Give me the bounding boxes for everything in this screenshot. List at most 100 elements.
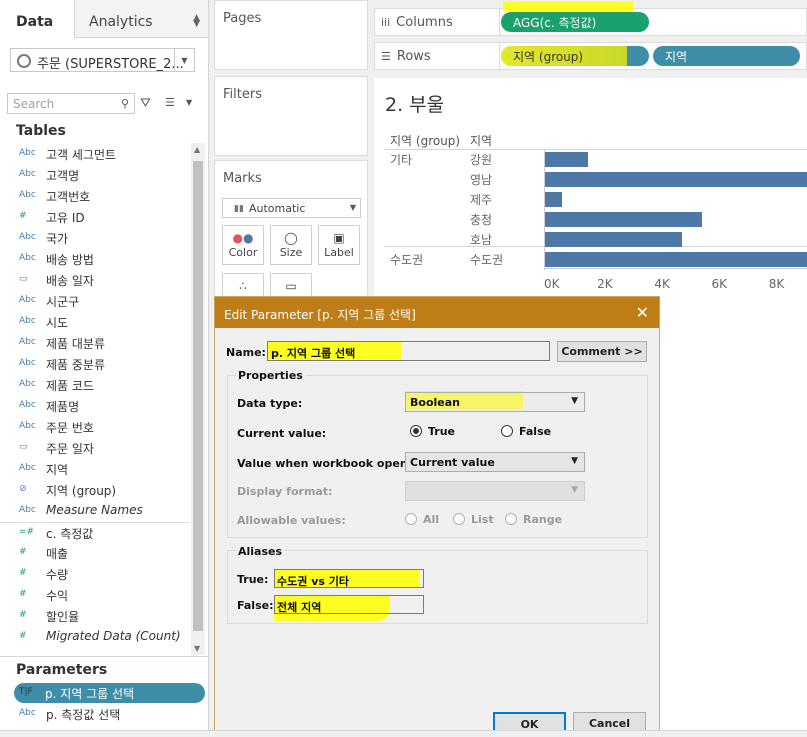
string-icon: Abc xyxy=(19,421,36,431)
field-item[interactable]: ⊘ 지역 (group) xyxy=(0,480,190,501)
allowable-values-label: Allowable values: xyxy=(237,514,346,527)
tab-analytics[interactable]: Analytics ▲ ▼ xyxy=(74,0,208,38)
field-item[interactable]: # 수량 xyxy=(0,564,190,585)
size-button[interactable]: ◯ Size xyxy=(270,225,312,265)
radio-false[interactable]: False xyxy=(501,425,551,438)
field-name: 할인율 xyxy=(46,610,80,624)
pages-title: Pages xyxy=(223,11,262,26)
detail-button[interactable]: ∴ xyxy=(222,273,264,297)
field-item[interactable]: Abc Measure Names xyxy=(0,501,190,522)
field-item[interactable]: ▭ 배송 일자 xyxy=(0,270,190,291)
true-alias-value: 수도권 vs 기타 xyxy=(277,575,349,588)
filter-icon[interactable]: ⛛ xyxy=(140,96,151,111)
field-item[interactable]: # 할인율 xyxy=(0,606,190,627)
field-item[interactable]: ▭ 주문 일자 xyxy=(0,438,190,459)
workbook-opens-label: Value when workbook opens: xyxy=(237,457,419,470)
mark-type-select[interactable]: ▮▮ Automatic ▼ xyxy=(222,198,361,218)
field-item[interactable]: Abc 배송 방법 xyxy=(0,249,190,270)
bar-mark[interactable] xyxy=(545,192,563,207)
search-input[interactable]: Search ⚲ xyxy=(7,93,135,114)
field-item[interactable]: Abc 제품 중분류 xyxy=(0,354,190,375)
radio-true[interactable]: True xyxy=(410,425,455,438)
columns-label: iii Columns xyxy=(381,15,453,30)
field-item[interactable]: # Migrated Data (Count) xyxy=(0,627,190,648)
field-item[interactable]: Abc 제품명 xyxy=(0,396,190,417)
radio-selected-icon xyxy=(410,425,422,437)
string-icon: Abc xyxy=(19,169,36,179)
string-icon: Abc xyxy=(19,463,36,473)
bar-mark[interactable] xyxy=(545,232,683,247)
data-pane: Data Analytics ▲ ▼ 주문 (SUPERSTORE_2... ▼ … xyxy=(0,0,209,737)
name-input[interactable]: p. 지역 그룹 선택 xyxy=(267,341,550,361)
tab-data[interactable]: Data xyxy=(0,0,74,38)
field-item[interactable]: =# c. 측정값 xyxy=(0,522,190,543)
string-icon: Abc xyxy=(19,253,36,263)
pill-region-group[interactable]: 지역 (group) xyxy=(501,46,649,66)
field-name: Measure Names xyxy=(46,503,143,517)
field-item[interactable]: Abc 제품 대분류 xyxy=(0,333,190,354)
field-list-scrollbar[interactable]: ▲ ▼ xyxy=(191,143,205,655)
chevron-down-icon[interactable]: ▼ xyxy=(186,98,192,107)
pill-region-group-label: 지역 (group) xyxy=(513,50,584,64)
field-item[interactable]: # 고유 ID xyxy=(0,207,190,228)
field-name: 고객 세그먼트 xyxy=(46,148,117,162)
parameter-name: p. 지역 그룹 선택 xyxy=(45,687,135,701)
color-button[interactable]: ●● Color xyxy=(222,225,264,265)
label-label: Label xyxy=(324,246,354,259)
true-alias-input[interactable]: 수도권 vs 기타 xyxy=(274,569,424,588)
field-name: 배송 방법 xyxy=(46,253,94,267)
field-item[interactable]: Abc 국가 xyxy=(0,228,190,249)
bar-chart-icon: ▮▮ xyxy=(234,204,244,214)
field-item[interactable]: Abc 주문 번호 xyxy=(0,417,190,438)
scrollbar-thumb[interactable] xyxy=(193,161,203,631)
dialog-titlebar[interactable]: Edit Parameter [p. 지역 그룹 선택] xyxy=(215,297,659,328)
bar-mark[interactable] xyxy=(545,152,588,167)
comment-button[interactable]: Comment >> xyxy=(557,341,647,362)
number-icon: # xyxy=(19,568,27,578)
field-item[interactable]: Abc 고객명 xyxy=(0,165,190,186)
field-item[interactable]: # 매출 xyxy=(0,543,190,564)
viz-title: 2. 부울 xyxy=(385,94,445,116)
close-icon[interactable]: ✕ xyxy=(636,303,649,322)
field-list: Abc 고객 세그먼트 Abc 고객명 Abc 고객번호 # 고유 ID Abc 국가 Abc 배송 … xyxy=(0,144,190,648)
current-value-label: Current value: xyxy=(237,427,327,440)
field-item[interactable]: Abc 시도 xyxy=(0,312,190,333)
chevron-down-icon: ▼ xyxy=(571,456,578,466)
rows-shelf[interactable]: ☰ Rows 지역 (group) 지역 xyxy=(374,42,807,70)
list-view-icon[interactable]: ☰ xyxy=(165,96,175,109)
chevron-down-icon[interactable]: ▼ xyxy=(174,49,194,71)
data-type-value: Boolean xyxy=(410,396,460,409)
datasource-select[interactable]: 주문 (SUPERSTORE_2... ▼ xyxy=(10,48,195,72)
search-placeholder: Search xyxy=(13,97,55,111)
radio-false-label: False xyxy=(519,425,552,438)
columns-shelf[interactable]: iii Columns AGG(c. 측정값) xyxy=(374,1,807,36)
field-item[interactable]: Abc 지역 xyxy=(0,459,190,480)
field-item[interactable]: # 수익 xyxy=(0,585,190,606)
bar-mark[interactable] xyxy=(545,212,703,227)
parameter-item-selected[interactable]: T|F p. 지역 그룹 선택 xyxy=(14,683,205,703)
field-item[interactable]: Abc 고객번호 xyxy=(0,186,190,207)
field-item[interactable]: Abc 제품 코드 xyxy=(0,375,190,396)
radio-allow-list: List xyxy=(453,513,494,526)
label-button[interactable]: ▣ Label xyxy=(318,225,360,265)
field-name: 제품 코드 xyxy=(46,379,94,393)
parameter-name: p. 측정값 선택 xyxy=(46,708,121,722)
pill-region[interactable]: 지역 xyxy=(653,46,800,66)
field-item[interactable]: Abc 시군구 xyxy=(0,291,190,312)
data-type-select[interactable]: Boolean ▼ xyxy=(405,392,585,412)
scroll-down-icon[interactable]: ▼ xyxy=(194,644,200,653)
parameter-item[interactable]: Abc p. 측정값 선택 xyxy=(0,704,190,725)
bar-mark[interactable] xyxy=(545,172,807,187)
sort-arrows-icon[interactable]: ▲ ▼ xyxy=(193,14,200,29)
region-label: 제주 xyxy=(470,193,493,207)
workbook-opens-select[interactable]: Current value ▼ xyxy=(405,452,585,472)
pill-agg-measure[interactable]: AGG(c. 측정값) xyxy=(501,12,649,32)
field-item[interactable]: Abc 고객 세그먼트 xyxy=(0,144,190,165)
scroll-up-icon[interactable]: ▲ xyxy=(194,145,200,154)
group-label: 수도권 xyxy=(390,253,424,267)
bar-mark[interactable] xyxy=(545,252,807,267)
false-alias-input[interactable]: 전체 지역 xyxy=(274,595,424,614)
tooltip-button[interactable]: ▭ xyxy=(270,273,312,297)
string-icon: Abc xyxy=(19,148,36,158)
name-value: p. 지역 그룹 선택 xyxy=(271,347,356,360)
